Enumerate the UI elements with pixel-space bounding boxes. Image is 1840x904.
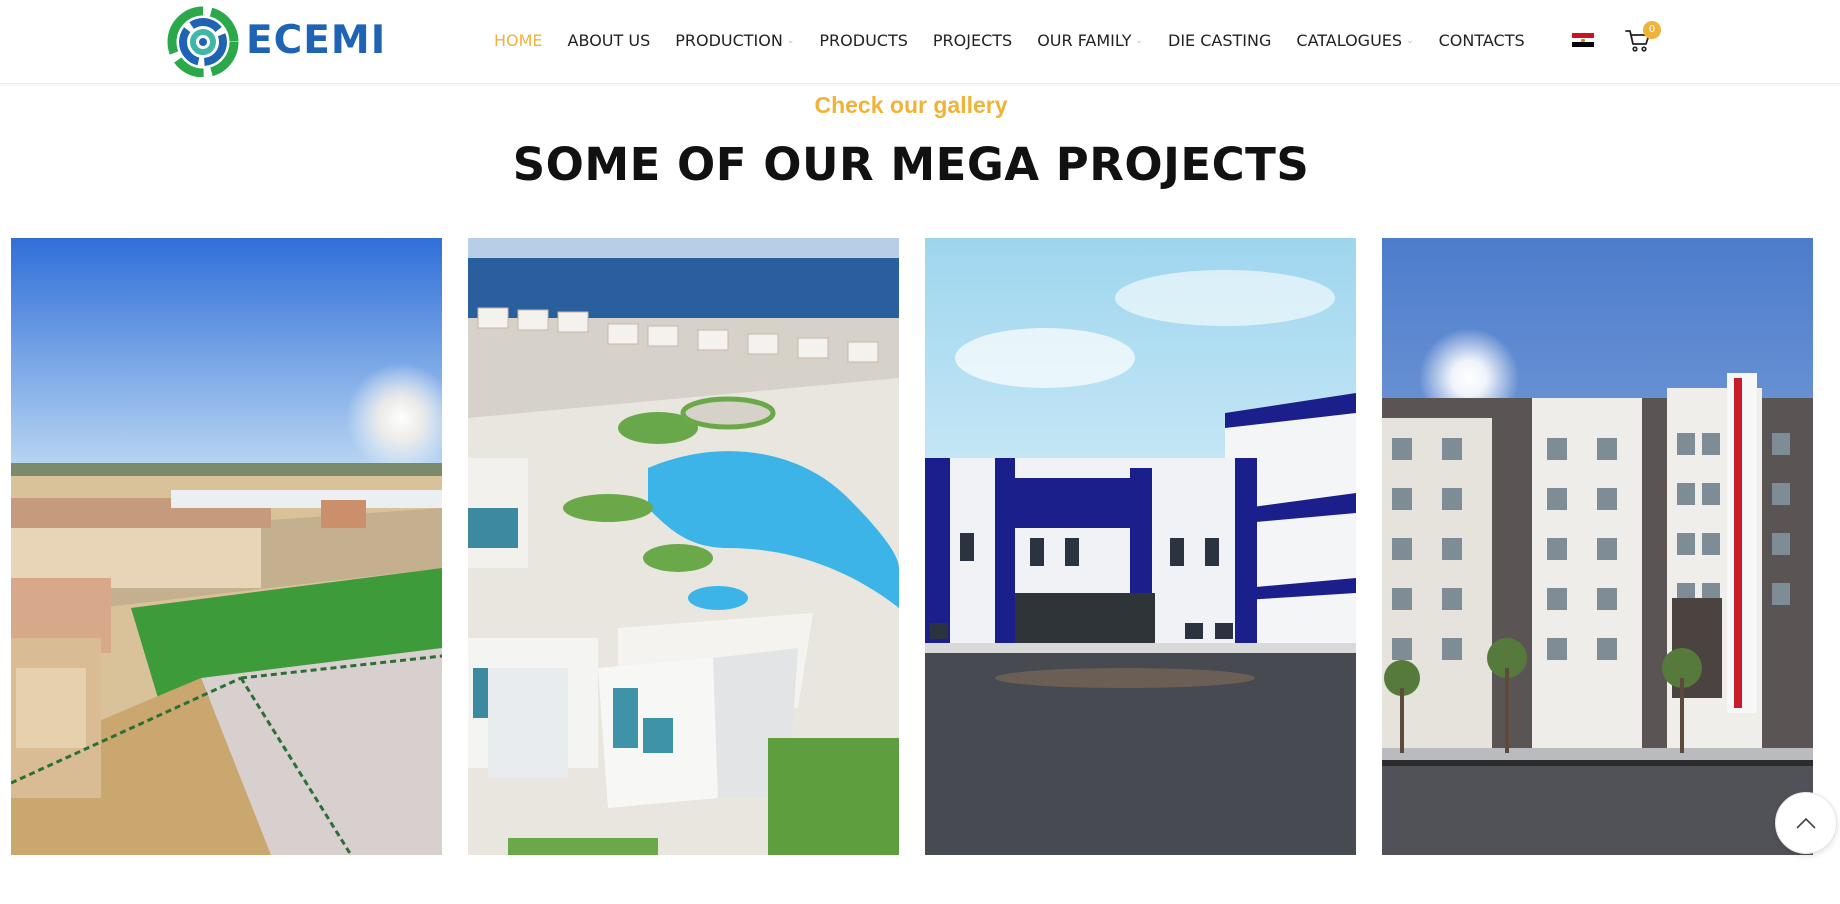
- nav-item-about-us[interactable]: ABOUT US: [568, 0, 651, 80]
- nav-label: HOME: [494, 30, 543, 50]
- nav-label: PRODUCTION: [675, 30, 783, 50]
- egypt-flag-icon[interactable]: [1572, 33, 1594, 47]
- nav-item-die-casting[interactable]: DIE CASTING: [1168, 0, 1271, 80]
- logo-wordmark: ECEMI: [246, 17, 387, 63]
- site-logo[interactable]: ECEMI: [166, 2, 386, 78]
- chevron-up-icon: [1796, 817, 1816, 829]
- scroll-to-top-button[interactable]: [1775, 792, 1837, 854]
- project-photo-industrial-complex: [11, 238, 442, 855]
- site-header: ECEMI HOME ABOUT US PRODUCTION ⌄ PRODUCTS…: [0, 0, 1840, 84]
- section-eyebrow: Check our gallery: [814, 92, 1008, 118]
- project-photo-coastal-resort: [468, 238, 899, 855]
- nav-item-contacts[interactable]: CONTACTS: [1439, 0, 1525, 80]
- gallery-tile[interactable]: [925, 238, 1356, 855]
- nav-label: CATALOGUES: [1296, 30, 1403, 50]
- section-title: SOME OF OUR MEGA PROJECTS: [512, 138, 1310, 191]
- ecemi-logo-icon: [167, 6, 239, 77]
- nav-item-projects[interactable]: PROJECTS: [933, 0, 1012, 80]
- nav-item-home[interactable]: HOME: [494, 0, 543, 80]
- nav-item-our-family[interactable]: OUR FAMILY ⌄: [1037, 0, 1143, 80]
- gallery-tile[interactable]: [1382, 238, 1813, 855]
- nav-label: CONTACTS: [1438, 30, 1525, 50]
- nav-item-production[interactable]: PRODUCTION ⌄: [675, 0, 794, 80]
- nav-label: DIE CASTING: [1168, 30, 1272, 50]
- nav-item-products[interactable]: PRODUCTS: [819, 0, 908, 80]
- cart-count-badge: 0: [1643, 21, 1661, 39]
- project-photo-school-building: [925, 238, 1356, 855]
- gallery-tile[interactable]: [468, 238, 899, 855]
- project-gallery: [11, 238, 1813, 855]
- nav-label: ABOUT US: [567, 30, 651, 50]
- nav-item-catalogues[interactable]: CATALOGUES ⌄: [1296, 0, 1413, 80]
- chevron-down-icon: ⌄: [1406, 36, 1414, 46]
- chevron-down-icon: ⌄: [786, 36, 795, 46]
- chevron-down-icon: ⌄: [1135, 36, 1144, 46]
- nav-label: PRODUCTS: [819, 30, 908, 50]
- nav-label: PROJECTS: [932, 30, 1013, 50]
- project-photo-residential-apartments: [1382, 238, 1813, 855]
- main-nav: HOME ABOUT US PRODUCTION ⌄ PRODUCTS PROJE…: [494, 0, 1550, 80]
- gallery-tile[interactable]: [11, 238, 442, 855]
- nav-label: OUR FAMILY: [1037, 30, 1132, 50]
